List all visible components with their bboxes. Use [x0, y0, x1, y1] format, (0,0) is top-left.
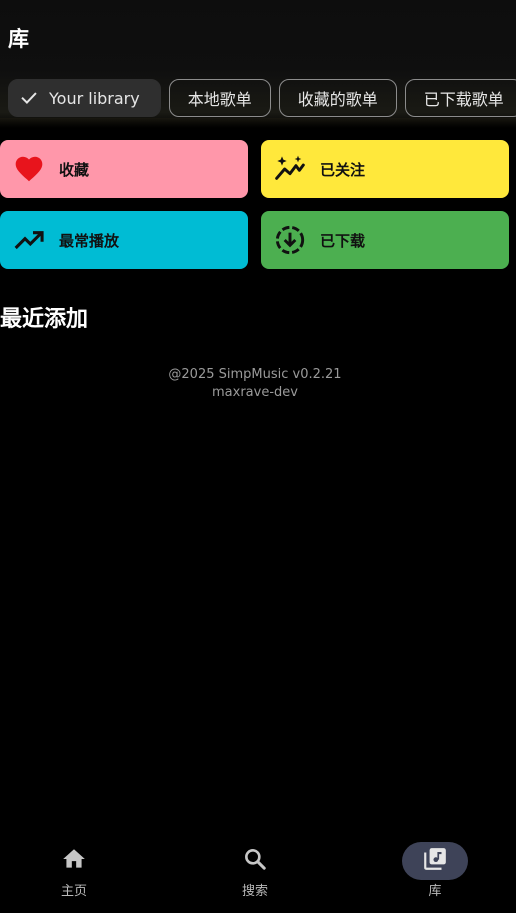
nav-search[interactable]: 搜索	[185, 835, 325, 913]
favorites-tile[interactable]: 收藏	[0, 140, 248, 198]
favorites-label: 收藏	[59, 160, 90, 179]
download-circle-icon	[274, 224, 306, 256]
downloaded-label: 已下载	[320, 231, 366, 250]
search-icon	[242, 846, 268, 876]
followed-tile[interactable]: 已关注	[261, 140, 509, 198]
chip-your-library[interactable]: Your library	[8, 79, 161, 117]
filter-chip-row: Your library 本地歌单 收藏的歌单 已下载歌单	[8, 79, 516, 117]
page-title: 库	[8, 27, 29, 51]
chip-saved-playlists[interactable]: 收藏的歌单	[278, 79, 397, 117]
most-played-label: 最常播放	[59, 231, 120, 250]
check-icon	[19, 88, 39, 108]
chip-label: 收藏的歌单	[297, 90, 378, 109]
nav-search-label: 搜索	[241, 884, 268, 899]
library-music-icon	[422, 846, 448, 876]
version-credit: @2025 SimpMusic v0.2.21	[168, 367, 342, 382]
home-icon	[61, 846, 87, 876]
heart-icon	[13, 153, 45, 185]
recently-added-title: 最近添加	[0, 307, 89, 332]
nav-home[interactable]: 主页	[4, 835, 144, 913]
chip-local-playlists[interactable]: 本地歌单	[168, 79, 271, 117]
chip-label: Your library	[49, 88, 140, 108]
nav-library-label: 库	[428, 884, 442, 899]
nav-home-label: 主页	[60, 884, 87, 899]
bottom-navigation: 主页 搜索 库	[0, 835, 516, 913]
followed-label: 已关注	[320, 160, 366, 179]
top-app-bar: 库 Your library 本地歌单 收藏的歌单 已下载歌单	[0, 0, 516, 128]
developer-credit: maxrave-dev	[212, 385, 298, 400]
sparkle-trend-icon	[274, 153, 306, 185]
nav-icon-container	[222, 842, 288, 880]
chip-downloaded-playlists[interactable]: 已下载歌单	[404, 79, 516, 117]
nav-icon-container-active	[402, 842, 468, 880]
nav-icon-container	[41, 842, 107, 880]
trending-up-icon	[13, 224, 45, 256]
chip-label: 已下载歌单	[423, 90, 504, 109]
nav-library[interactable]: 库	[365, 835, 505, 913]
chip-label: 本地歌单	[187, 90, 252, 109]
most-played-tile[interactable]: 最常播放	[0, 211, 248, 269]
downloaded-tile[interactable]: 已下载	[261, 211, 509, 269]
